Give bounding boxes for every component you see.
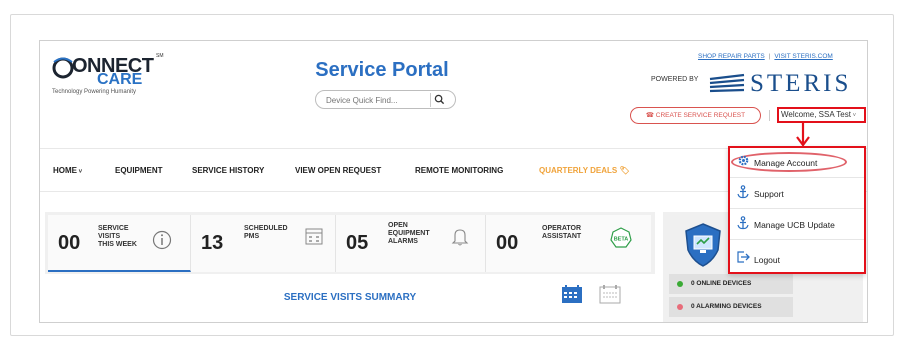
search-icon[interactable] (434, 94, 445, 105)
welcome-divider (769, 110, 770, 121)
stat-value: 00 (58, 232, 81, 254)
chevron-down-icon: ˅ (77, 169, 83, 175)
online-devices-status[interactable]: 0 ONLINE DEVICES (669, 274, 793, 294)
anchor-icon (737, 216, 749, 230)
user-menu-toggle[interactable]: Welcome, SSA Test ˅ (777, 107, 866, 123)
bell-icon (451, 229, 469, 246)
stat-card-open-alarms[interactable]: 05 OPEN EQUIPMENT ALARMS (336, 215, 486, 272)
menu-item-label: Support (754, 189, 784, 199)
alarming-devices-status[interactable]: 0 ALARMING DEVICES (669, 297, 793, 317)
monitor-shield-icon (685, 223, 721, 267)
logo-care: CARE (97, 71, 143, 88)
nav-equipment[interactable]: EQUIPMENT (115, 166, 163, 175)
shop-repair-parts-link[interactable]: SHOP REPAIR PARTS (698, 53, 765, 60)
info-icon (152, 230, 172, 250)
top-links: SHOP REPAIR PARTS | VISIT STERIS.COM (698, 53, 833, 60)
stat-card-operator-assistant[interactable]: 00 OPERATOR ASSISTANT BETA (486, 215, 651, 272)
menu-item-label: Logout (754, 255, 780, 265)
user-account-dropdown: Manage Account Support Manage UCB Update (728, 146, 866, 274)
online-devices-label: 0 ONLINE DEVICES (691, 280, 752, 287)
anchor-icon (737, 185, 749, 199)
logo-globe-icon (52, 57, 74, 79)
stat-label: OPEN EQUIPMENT ALARMS (388, 222, 430, 245)
stat-label: OPERATOR ASSISTANT (542, 225, 582, 240)
alarming-status-dot (677, 304, 683, 310)
stat-label: SCHEDULED PMs (244, 225, 288, 240)
gear-icon (738, 155, 749, 166)
portal-window: ONNECT CARE SM Technology Powering Human… (39, 40, 868, 323)
connect-care-logo[interactable]: ONNECT CARE SM Technology Powering Human… (52, 53, 172, 97)
menu-item-manage-ucb-update[interactable]: Manage UCB Update (730, 210, 864, 240)
page-title: Service Portal (315, 59, 449, 81)
nav-remote-monitoring[interactable]: REMOTE MONITORING (415, 166, 503, 175)
welcome-label: Welcome, SSA Test (781, 110, 851, 119)
gift-tag-icon: 🏷 (619, 166, 630, 175)
headset-icon: ☎ (645, 112, 656, 119)
stat-card-service-visits[interactable]: 00 SERVICE VISITS THIS WEEK (48, 215, 191, 272)
search-divider (430, 93, 431, 107)
alarming-devices-label: 0 ALARMING DEVICES (691, 303, 762, 310)
chevron-down-icon: ˅ (850, 113, 857, 119)
stat-value: 00 (496, 232, 519, 254)
nav-quarterly-deals[interactable]: QUARTERLY DEALS 🏷 (539, 166, 630, 175)
search-input[interactable] (326, 93, 426, 107)
stat-value: 13 (201, 232, 224, 254)
create-request-label: CREATE SERVICE REQUEST (655, 112, 746, 119)
summary-panel: SERVICE VISITS SUMMARY (45, 274, 655, 322)
svg-text:BETA: BETA (614, 237, 629, 243)
device-quick-find (315, 90, 456, 109)
beta-badge-icon: BETA (610, 227, 632, 248)
calendar-icon (305, 228, 323, 245)
menu-item-support[interactable]: Support (730, 179, 864, 209)
logout-icon (737, 251, 750, 263)
menu-item-manage-account[interactable]: Manage Account (730, 148, 864, 178)
stat-value: 05 (346, 232, 369, 254)
menu-item-logout[interactable]: Logout (730, 241, 864, 271)
online-status-dot (677, 281, 683, 287)
menu-item-label: Manage UCB Update (754, 220, 835, 230)
nav-view-open-request[interactable]: VIEW OPEN REQUEST (295, 166, 381, 175)
nav-quarterly-deals-label: QUARTERLY DEALS (539, 166, 618, 175)
powered-by-label: POWERED BY (651, 76, 699, 83)
stat-label: SERVICE VISITS THIS WEEK (98, 225, 137, 248)
stat-card-scheduled-pms[interactable]: 13 SCHEDULED PMs (191, 215, 336, 272)
nav-home[interactable]: HOME ˅ (53, 166, 82, 175)
stats-panel: 00 SERVICE VISITS THIS WEEK 13 SCHEDULED PM… (45, 212, 655, 322)
calendar-month-icon[interactable] (561, 284, 583, 304)
logo-sm: SM (156, 53, 164, 59)
visit-steris-link[interactable]: VISIT STERIS.COM (774, 53, 832, 60)
steris-mark-icon (709, 73, 745, 93)
logo-tagline: Technology Powering Humanity (52, 89, 137, 95)
menu-item-label: Manage Account (754, 158, 818, 168)
create-service-request-button[interactable]: ☎ CREATE SERVICE REQUEST (630, 107, 761, 124)
calendar-list-icon[interactable] (599, 284, 621, 304)
steris-logo[interactable]: STERIS (750, 70, 851, 98)
nav-service-history[interactable]: SERVICE HISTORY (192, 166, 264, 175)
nav-home-label: HOME (53, 166, 77, 175)
